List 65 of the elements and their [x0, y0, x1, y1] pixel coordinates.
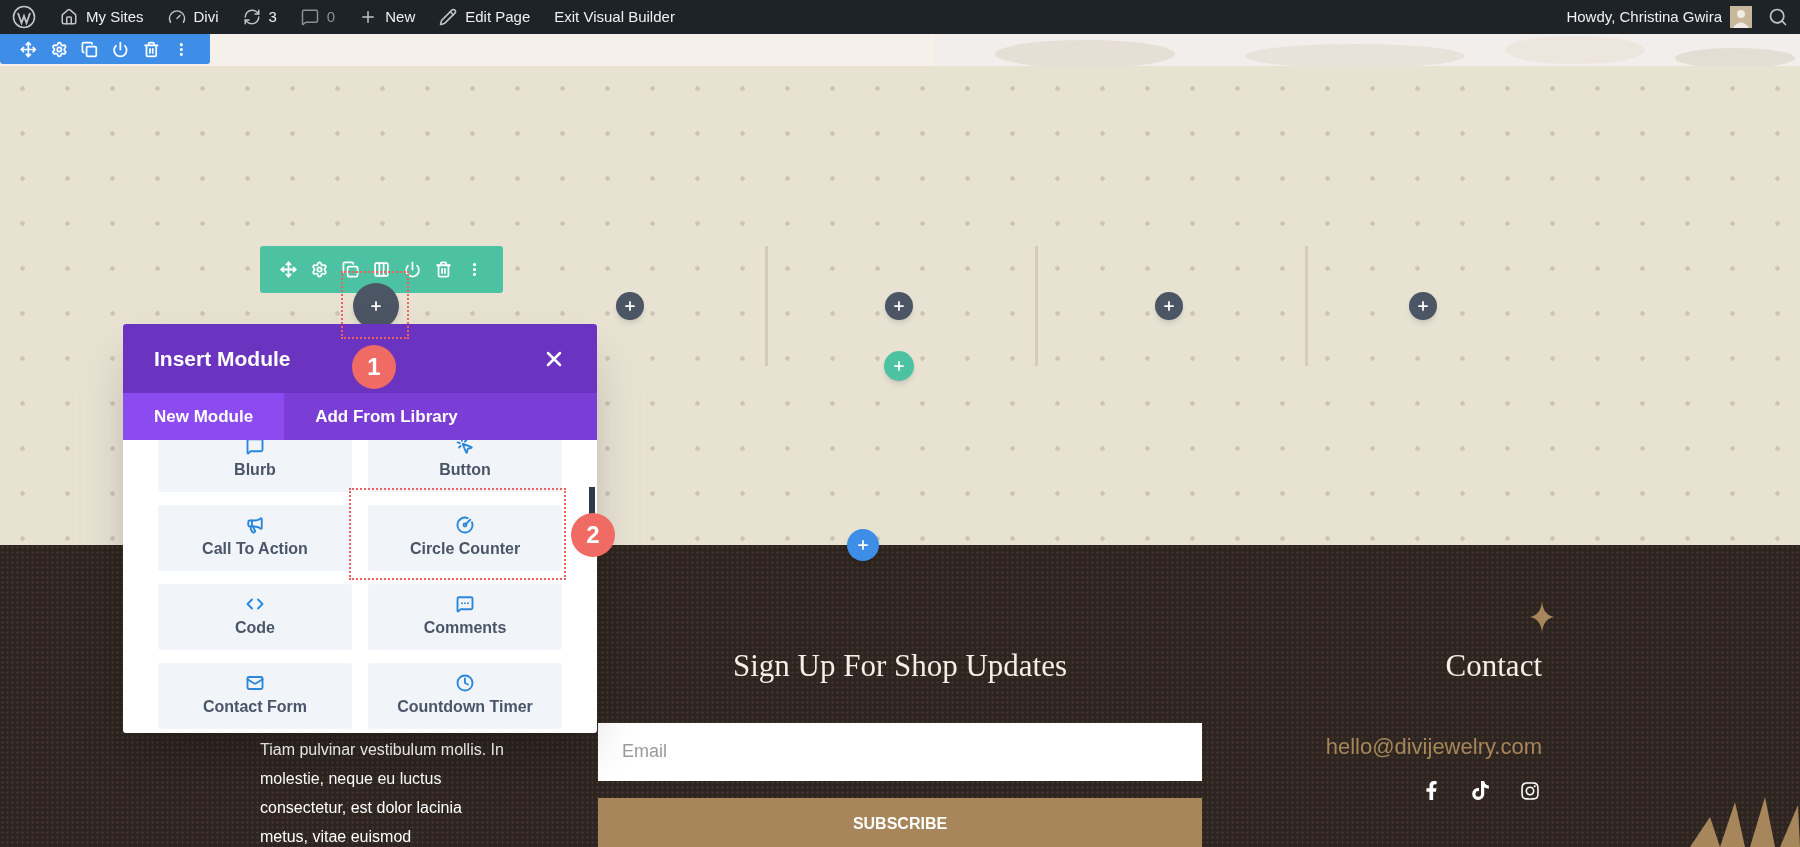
instagram-icon[interactable]: [1520, 780, 1540, 801]
plus-icon: [623, 299, 637, 313]
duplicate-icon[interactable]: [81, 40, 98, 58]
module-tile[interactable]: Comments: [368, 584, 562, 650]
admin-bar-link[interactable]: New: [347, 0, 428, 34]
add-module-button[interactable]: [1155, 292, 1183, 320]
wordpress-logo-icon[interactable]: [12, 5, 36, 29]
columns-icon[interactable]: [373, 261, 390, 278]
admin-bar-link[interactable]: Edit Page: [427, 0, 543, 34]
house-icon: [60, 8, 78, 26]
power-icon[interactable]: [112, 40, 129, 58]
scrollbar[interactable]: [589, 487, 595, 515]
plus-icon: [892, 299, 906, 313]
pointer-icon: [456, 440, 474, 455]
gauge-icon: [456, 515, 474, 534]
plus-icon: [369, 299, 383, 313]
admin-bar-link[interactable]: My Sites: [48, 0, 156, 34]
dialog-tab[interactable]: Add From Library: [284, 393, 489, 440]
tiktok-icon[interactable]: [1471, 780, 1490, 800]
comment-icon: [456, 594, 474, 613]
module-tile[interactable]: Blurb: [158, 440, 352, 492]
signup-heading: Sign Up For Shop Updates: [732, 647, 1068, 685]
add-module-button[interactable]: [1409, 292, 1437, 320]
admin-bar-link[interactable]: Divi: [155, 0, 231, 34]
admin-bar-link[interactable]: Exit Visual Builder: [542, 0, 687, 34]
module-tile[interactable]: Code: [158, 584, 352, 650]
dialog-title: Insert Module: [154, 345, 291, 372]
move-icon[interactable]: [280, 261, 297, 278]
clock-icon: [456, 673, 474, 692]
gauge-icon: [167, 8, 186, 26]
megaphone-icon: [246, 515, 264, 534]
comment-icon: [300, 8, 319, 26]
add-module-button[interactable]: [616, 292, 644, 320]
plus-icon: [1162, 299, 1176, 313]
footer-paragraph: Tiam pulvinar vestibulum mollis. In molestie, neque eu luctus consectetur, est dolor lacinia metus, vitae euismod: [260, 740, 505, 847]
add-module-button[interactable]: [847, 529, 879, 561]
power-icon[interactable]: [404, 261, 421, 278]
module-tile[interactable]: Circle Counter: [368, 505, 562, 571]
trash-icon[interactable]: [435, 261, 452, 278]
greeting-text[interactable]: Howdy, Christina Gwira: [1566, 5, 1722, 29]
contact-heading: Contact: [1445, 647, 1542, 685]
dialog-tab[interactable]: New Module: [123, 393, 285, 440]
plus-icon: [892, 359, 906, 373]
pencil-icon: [439, 8, 458, 26]
plus-icon: [856, 538, 870, 552]
plus-icon: [1416, 299, 1430, 313]
module-tile[interactable]: Contact Form: [158, 663, 352, 729]
add-module-button[interactable]: [885, 292, 913, 320]
mail-icon: [246, 673, 264, 692]
contact-email-link[interactable]: hello@divijewelry.com: [1325, 729, 1542, 763]
highlight-frame: [341, 271, 409, 339]
refresh-icon: [242, 8, 261, 26]
move-icon[interactable]: [20, 40, 37, 58]
module-tile[interactable]: Call To Action: [158, 505, 352, 571]
admin-bar-link[interactable]: 0: [288, 0, 348, 34]
settings-icon[interactable]: [311, 261, 328, 278]
trash-icon[interactable]: [142, 40, 160, 58]
speech-bubble-icon: [246, 440, 264, 455]
admin-bar-link[interactable]: 3: [230, 0, 289, 34]
module-tile[interactable]: Countdown Timer: [368, 663, 562, 729]
search-icon[interactable]: [1768, 7, 1788, 27]
duplicate-icon[interactable]: [342, 261, 359, 278]
email-field[interactable]: Email: [598, 722, 1202, 781]
module-tile[interactable]: Button: [368, 440, 562, 492]
settings-icon[interactable]: [50, 40, 68, 58]
